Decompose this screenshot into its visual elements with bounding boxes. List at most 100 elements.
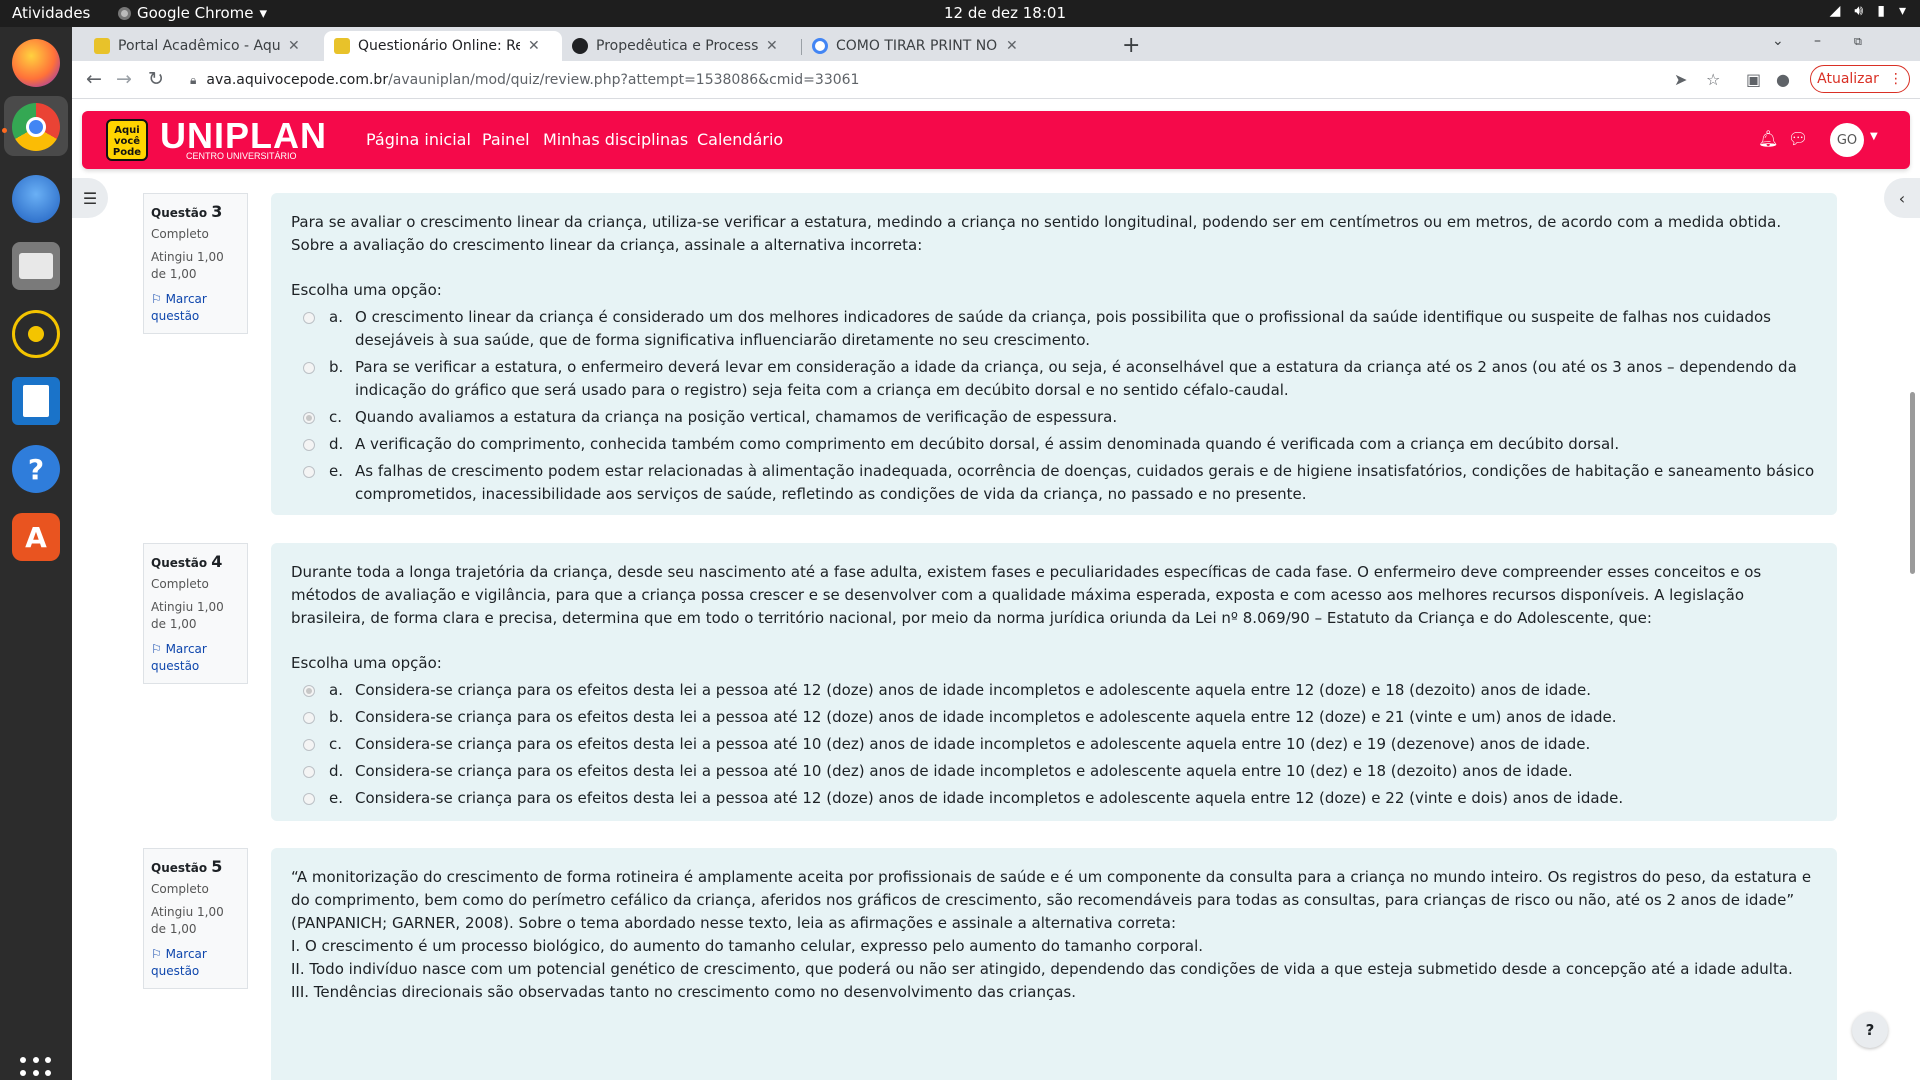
radio-button[interactable] (303, 362, 315, 374)
firefox-icon[interactable] (12, 39, 60, 87)
nav-pagina-inicial[interactable]: Página inicial (366, 130, 471, 149)
answer-option[interactable]: b. Considera-se criança para os efeitos d… (291, 706, 1817, 729)
block-drawer-toggle-chevron-left-icon[interactable]: ‹ (1884, 178, 1920, 218)
answer-option[interactable]: d. Considera-se criança para os efeitos d… (291, 760, 1817, 783)
nav-calendario[interactable]: Calendário (697, 130, 783, 149)
tab-title: COMO TIRAR PRINT NO N (836, 38, 998, 54)
help-app-icon[interactable]: ? (12, 445, 60, 493)
help-question-icon[interactable]: ? (1852, 1012, 1888, 1048)
back-arrow-icon[interactable]: ← (86, 68, 102, 90)
radio-button[interactable] (303, 712, 315, 724)
answer-prompt: Escolha uma opção: (291, 654, 442, 672)
minimize-icon[interactable]: – (1814, 33, 1821, 49)
more-vert-icon: ⋮ (1888, 71, 1903, 87)
thunderbird-icon[interactable] (12, 175, 60, 223)
answer-option[interactable]: a. Considera-se criança para os efeitos d… (291, 679, 1817, 702)
answer-option[interactable]: b. Para se verificar a estatura, o enferm… (291, 356, 1817, 402)
answer-option[interactable]: c. Quando avaliamos a estatura da criança… (291, 406, 1817, 429)
new-tab-plus-icon[interactable]: + (1122, 33, 1140, 58)
send-icon[interactable]: ➤ (1674, 70, 1687, 89)
nav-minhas-disciplinas[interactable]: Minhas disciplinas (543, 130, 688, 149)
rhythmbox-icon[interactable] (12, 310, 60, 358)
question-text: “A monitorização do crescimento de forma… (291, 866, 1817, 1004)
show-apps-icon[interactable] (20, 1057, 52, 1080)
radio-button[interactable] (303, 793, 315, 805)
tab-portal-academico[interactable]: Portal Acadêmico - Aqui V ✕ (84, 31, 324, 61)
document-favicon-icon (572, 38, 588, 54)
tab-title: Portal Acadêmico - Aqui V (118, 38, 280, 54)
radio-button[interactable] (303, 466, 315, 478)
page-scrollbar[interactable] (1910, 392, 1915, 574)
radio-button-selected[interactable] (303, 412, 315, 424)
question-3-content: Para se avaliar o crescimento linear da … (271, 193, 1837, 515)
chevron-down-icon[interactable]: ▼ (1870, 131, 1878, 142)
tab-title: Questionário Online: Rev (358, 38, 520, 54)
aqui-voce-pode-logo[interactable]: Aqui você Pode (106, 119, 148, 161)
tab-title: Propedêutica e Processo (596, 38, 758, 54)
statement: III. Tendências direcionais são observad… (291, 983, 1076, 1001)
close-icon[interactable]: ✕ (288, 38, 300, 54)
nav-painel[interactable]: Painel (482, 130, 530, 149)
power-menu-icon: ▾ (1898, 3, 1906, 19)
writer-icon[interactable] (12, 377, 60, 425)
radio-button-selected[interactable] (303, 685, 315, 697)
radio-button[interactable] (303, 739, 315, 751)
forward-arrow-icon[interactable]: → (116, 68, 132, 90)
volume-icon: 🔊︎ (1854, 3, 1864, 19)
answer-option[interactable]: e. As falhas de crescimento podem estar r… (291, 460, 1817, 506)
flag-question-link[interactable]: ⚐ Marcar questão (151, 641, 240, 675)
profile-icon[interactable]: ● (1776, 70, 1790, 89)
address-bar[interactable]: 🔒︎ ava.aquivocepode.com.br /avauniplan/m… (178, 64, 1738, 96)
question-state: Completo (151, 882, 209, 896)
flag-icon: ⚐ (151, 947, 166, 961)
answer-prompt: Escolha uma opção: (291, 281, 442, 299)
statement: II. Todo indivíduo nasce com um potencia… (291, 960, 1793, 978)
radio-button[interactable] (303, 766, 315, 778)
close-icon[interactable]: ✕ (528, 38, 540, 54)
clock[interactable]: 12 de dez 18:01 (944, 4, 1066, 22)
answer-option[interactable]: d. A verificação do comprimento, conhecid… (291, 433, 1817, 456)
tab-search-chevron-icon[interactable]: ⌄ (1772, 33, 1784, 49)
active-app-indicator (2, 128, 7, 133)
battery-icon: ▮ (1877, 3, 1885, 19)
tab-como-tirar-print[interactable]: COMO TIRAR PRINT NO N ✕ (802, 31, 1040, 61)
question-text: Durante toda a longa trajetória da crian… (291, 563, 1762, 627)
flag-question-link[interactable]: ⚐ Marcar questão (151, 946, 240, 980)
update-button[interactable]: Atualizar ⋮ (1810, 65, 1910, 93)
update-label: Atualizar (1817, 71, 1879, 87)
user-avatar[interactable]: GO (1830, 123, 1864, 157)
messages-icon[interactable]: 💬︎ (1788, 129, 1808, 148)
question-grade: Atingiu 1,00 de 1,00 (151, 600, 224, 631)
chrome-icon[interactable] (12, 103, 60, 151)
question-3-info: Questão 3 Completo Atingiu 1,00 de 1,00 … (143, 193, 248, 334)
question-text: Para se avaliar o crescimento linear da … (291, 213, 1782, 254)
answer-option[interactable]: c. Considera-se criança para os efeitos d… (291, 733, 1817, 756)
system-tray[interactable]: ◢ 🔊︎ ▮ ▾ (1830, 3, 1906, 19)
radio-button[interactable] (303, 439, 315, 451)
notification-bell-icon[interactable]: 🔔︎ (1758, 129, 1778, 148)
activities-button[interactable]: Atividades (12, 4, 90, 22)
reload-icon[interactable]: ↻ (148, 68, 164, 90)
files-icon[interactable] (12, 242, 60, 290)
tab-strip: Portal Acadêmico - Aqui V ✕ Questionário… (72, 27, 1920, 61)
browser-toolbar: ← → ↻ 🔒︎ ava.aquivocepode.com.br /avauni… (72, 61, 1920, 99)
side-panel-icon[interactable]: ▣ (1746, 70, 1761, 89)
close-icon[interactable]: ✕ (766, 38, 778, 54)
answer-option[interactable]: a. O crescimento linear da criança é cons… (291, 306, 1817, 352)
course-index-toggle-list-icon[interactable]: ☰ (72, 178, 108, 218)
question-grade: Atingiu 1,00 de 1,00 (151, 250, 224, 281)
app-menu-label: Google Chrome (137, 4, 254, 22)
radio-button[interactable] (303, 312, 315, 324)
close-icon[interactable]: ✕ (1006, 38, 1018, 54)
site-header: Aqui você Pode UNIPLAN CENTRO UNIVERSITÁ… (82, 111, 1910, 169)
tab-questionario-online[interactable]: Questionário Online: Rev ✕ (324, 31, 562, 61)
tab-propedeutica[interactable]: Propedêutica e Processo ✕ (562, 31, 800, 61)
bookmark-star-icon[interactable]: ☆ (1706, 70, 1720, 89)
app-menu[interactable]: Google Chrome ▾ (118, 4, 267, 22)
software-center-icon[interactable]: A (12, 513, 60, 561)
url-path: /avauniplan/mod/quiz/review.php?attempt=… (388, 72, 860, 88)
flag-question-link[interactable]: ⚐ Marcar questão (151, 291, 240, 325)
answer-option[interactable]: e. Considera-se criança para os efeitos d… (291, 787, 1817, 810)
question-5-info: Questão 5 Completo Atingiu 1,00 de 1,00 … (143, 848, 248, 989)
restore-icon[interactable]: ⧉ (1854, 35, 1862, 49)
